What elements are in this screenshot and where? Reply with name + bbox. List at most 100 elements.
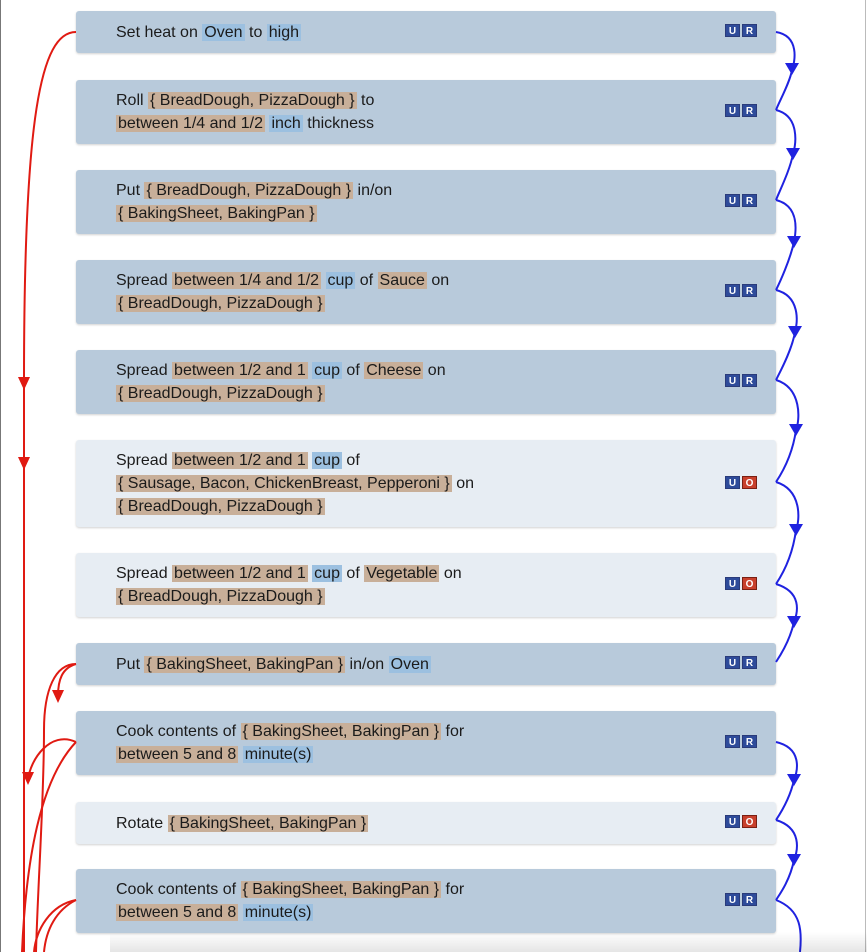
dependency-arc bbox=[27, 738, 77, 781]
unit-token[interactable]: minute(s) bbox=[242, 904, 314, 921]
unit-token[interactable]: minute(s) bbox=[242, 746, 314, 763]
step-text-line: Set heat on Oven to high bbox=[116, 21, 776, 44]
recipe-step-11[interactable]: Cook contents of { BakingSheet, BakingPa… bbox=[76, 869, 776, 933]
required-badge[interactable]: R bbox=[742, 735, 757, 748]
ingredient-token[interactable]: { BreadDough, PizzaDough } bbox=[116, 498, 325, 515]
down-arrow-icon bbox=[789, 524, 803, 536]
unit-toggle-badge[interactable]: U bbox=[725, 735, 740, 748]
unit-token[interactable]: cup bbox=[312, 452, 342, 469]
step-text-line: Rotate { BakingSheet, BakingPan } bbox=[116, 812, 776, 835]
ingredient-token[interactable]: { BakingSheet, BakingPan } bbox=[144, 656, 346, 673]
step-text-line: Put { BreadDough, PizzaDough } in/on bbox=[116, 179, 776, 202]
unit-token[interactable]: inch bbox=[269, 115, 303, 132]
recipe-step-9[interactable]: Cook contents of { BakingSheet, BakingPa… bbox=[76, 711, 776, 775]
step-text: Spread bbox=[116, 452, 173, 469]
dependency-arc bbox=[43, 899, 77, 952]
step-text-line: { BreadDough, PizzaDough } bbox=[116, 292, 776, 315]
step-text: Put bbox=[116, 182, 145, 199]
required-badge[interactable]: R bbox=[742, 194, 757, 207]
unit-token[interactable]: Oven bbox=[388, 656, 431, 673]
ingredient-token[interactable]: between 5 and 8 bbox=[116, 904, 239, 921]
step-text: in/on bbox=[353, 182, 393, 199]
step-text-line: Cook contents of { BakingSheet, BakingPa… bbox=[116, 720, 776, 743]
recipe-step-6[interactable]: Spread between 1/2 and 1 cup of { Sausage… bbox=[76, 440, 776, 527]
step-text: Spread bbox=[116, 272, 173, 289]
unit-toggle-badge[interactable]: U bbox=[725, 104, 740, 117]
ingredient-token[interactable]: between 1/2 and 1 bbox=[172, 565, 308, 582]
recipe-step-4[interactable]: Spread between 1/4 and 1/2 cup of Sauce … bbox=[76, 260, 776, 324]
recipe-step-7[interactable]: Spread between 1/2 and 1 cup of Vegetabl… bbox=[76, 553, 776, 617]
required-badge[interactable]: R bbox=[742, 893, 757, 906]
ingredient-token[interactable]: { BakingSheet, BakingPan } bbox=[167, 815, 369, 832]
recipe-step-2[interactable]: Roll { BreadDough, PizzaDough } to betwee… bbox=[76, 80, 776, 144]
down-arrow-icon bbox=[786, 148, 800, 160]
ingredient-token[interactable]: { Sausage, Bacon, ChickenBreast, Peppero… bbox=[116, 475, 452, 492]
unit-toggle-badge[interactable]: U bbox=[725, 24, 740, 37]
unit-toggle-badge[interactable]: U bbox=[725, 893, 740, 906]
required-badge[interactable]: R bbox=[742, 284, 757, 297]
optional-badge[interactable]: O bbox=[742, 577, 757, 590]
recipe-step-10[interactable]: Rotate { BakingSheet, BakingPan } U O bbox=[76, 802, 776, 844]
optional-badge[interactable]: O bbox=[742, 815, 757, 828]
unit-toggle-badge[interactable]: U bbox=[725, 374, 740, 387]
step-text: for bbox=[441, 881, 465, 898]
window-right-edge bbox=[865, 0, 866, 952]
ingredient-token[interactable]: { BreadDough, PizzaDough } bbox=[148, 92, 357, 109]
ingredient-token[interactable]: { BakingSheet, BakingPan } bbox=[116, 205, 317, 222]
step-text-line: Spread between 1/2 and 1 cup of bbox=[116, 449, 776, 472]
ingredient-token[interactable]: between 1/4 and 1/2 bbox=[172, 272, 322, 289]
sequence-arc bbox=[775, 379, 800, 483]
required-badge[interactable]: R bbox=[742, 104, 757, 117]
ingredient-token[interactable]: between 1/2 and 1 bbox=[172, 362, 308, 379]
unit-token[interactable]: Oven bbox=[202, 24, 245, 41]
step-text-line: { BreadDough, PizzaDough } bbox=[116, 585, 776, 608]
recipe-step-5[interactable]: Spread between 1/2 and 1 cup of Cheese o… bbox=[76, 350, 776, 414]
step-text: in/on bbox=[345, 656, 389, 673]
step-text: of bbox=[341, 565, 365, 582]
unit-toggle-badge[interactable]: U bbox=[725, 577, 740, 590]
ingredient-token[interactable]: { BreadDough, PizzaDough } bbox=[144, 182, 354, 199]
ingredient-token[interactable]: between 1/2 and 1 bbox=[172, 452, 308, 469]
sequence-arc bbox=[775, 31, 796, 111]
step-text-line: Put { BakingSheet, BakingPan } in/on Ove… bbox=[116, 653, 776, 676]
unit-token[interactable]: high bbox=[266, 24, 302, 41]
ingredient-token[interactable]: Vegetable bbox=[364, 565, 440, 582]
unit-toggle-badge[interactable]: U bbox=[725, 656, 740, 669]
recipe-step-1[interactable]: Set heat on Oven to high U R bbox=[76, 11, 776, 53]
ingredient-token[interactable]: { BakingSheet, BakingPan } bbox=[240, 723, 442, 740]
step-text-line: { BakingSheet, BakingPan } bbox=[116, 202, 776, 225]
ingredient-token[interactable]: between 1/4 and 1/2 bbox=[116, 115, 266, 132]
step-text-line: { Sausage, Bacon, ChickenBreast, Peppero… bbox=[116, 472, 776, 495]
step-text-line: between 5 and 8 minute(s) bbox=[116, 901, 776, 924]
ingredient-token[interactable]: { BreadDough, PizzaDough } bbox=[116, 588, 325, 605]
ingredient-token[interactable]: between 5 and 8 bbox=[116, 746, 239, 763]
sequence-arc bbox=[775, 741, 798, 821]
unit-toggle-badge[interactable]: U bbox=[725, 476, 740, 489]
unit-toggle-badge[interactable]: U bbox=[725, 194, 740, 207]
recipe-step-3[interactable]: Put { BreadDough, PizzaDough } in/on { Ba… bbox=[76, 170, 776, 234]
unit-token[interactable]: cup bbox=[312, 362, 342, 379]
unit-token[interactable]: cup bbox=[312, 565, 342, 582]
ingredient-token[interactable]: { BakingSheet, BakingPan } bbox=[240, 881, 442, 898]
step-badges: UR bbox=[725, 735, 757, 748]
unit-token[interactable]: cup bbox=[325, 272, 356, 289]
required-badge[interactable]: R bbox=[742, 24, 757, 37]
unit-toggle-badge[interactable]: U bbox=[725, 815, 740, 828]
down-arrow-icon bbox=[787, 854, 801, 866]
step-badges: UR bbox=[725, 194, 757, 207]
ingredient-token[interactable]: { BreadDough, PizzaDough } bbox=[116, 295, 325, 312]
recipe-step-8[interactable]: Put { BakingSheet, BakingPan } in/on Ove… bbox=[76, 643, 776, 685]
required-badge[interactable]: R bbox=[742, 374, 757, 387]
required-badge[interactable]: R bbox=[742, 656, 757, 669]
dependency-arrows bbox=[21, 31, 77, 952]
optional-badge[interactable]: O bbox=[742, 476, 757, 489]
unit-toggle-badge[interactable]: U bbox=[725, 284, 740, 297]
sequence-arrows bbox=[775, 31, 802, 952]
ingredient-token[interactable]: Cheese bbox=[364, 362, 424, 379]
sequence-arc bbox=[775, 109, 797, 201]
step-badges: UR bbox=[725, 104, 757, 117]
ingredient-token[interactable]: { BreadDough, PizzaDough } bbox=[116, 385, 325, 402]
bottom-shadow bbox=[110, 932, 867, 952]
ingredient-token[interactable]: Sauce bbox=[377, 272, 427, 289]
step-text: thickness bbox=[302, 115, 374, 132]
